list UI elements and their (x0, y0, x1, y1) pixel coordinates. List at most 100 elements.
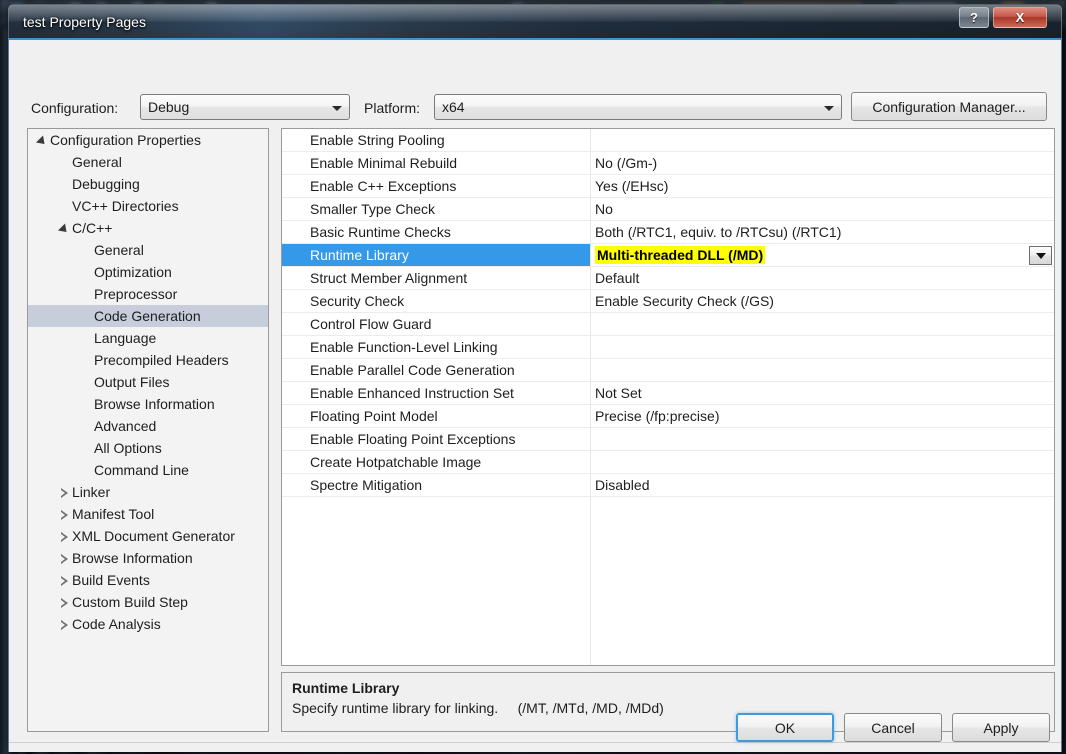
grid-row[interactable]: Basic Runtime Checks Both (/RTC1, equiv. … (282, 221, 1054, 244)
grid-property-name[interactable]: Enable Function-Level Linking (282, 336, 590, 358)
tree-item-debugging[interactable]: Debugging (28, 173, 268, 195)
tree-item-vc-directories[interactable]: VC++ Directories (28, 195, 268, 217)
triangle-collapsed-icon[interactable] (56, 525, 72, 547)
triangle-collapsed-icon[interactable] (56, 481, 72, 503)
grid-property-value[interactable] (591, 129, 595, 151)
tree-item-advanced[interactable]: Advanced (28, 415, 268, 437)
triangle-expanded-icon[interactable] (34, 129, 50, 151)
tree-item-all-options[interactable]: All Options (28, 437, 268, 459)
grid-row[interactable]: Struct Member Alignment Default (282, 267, 1054, 290)
grid-row[interactable]: Spectre Mitigation Disabled (282, 474, 1054, 497)
grid-row[interactable]: Control Flow Guard (282, 313, 1054, 336)
tree-item-browse-information[interactable]: Browse Information (28, 547, 268, 569)
tree-item-build-events[interactable]: Build Events (28, 569, 268, 591)
grid-row[interactable]: Enable Floating Point Exceptions (282, 428, 1054, 451)
tree-item-linker[interactable]: Linker (28, 481, 268, 503)
grid-property-name[interactable]: Enable Parallel Code Generation (282, 359, 590, 381)
grid-row[interactable]: Enable Function-Level Linking (282, 336, 1054, 359)
tree-item-label: XML Document Generator (72, 528, 235, 544)
title-bar[interactable]: test Property Pages ? X (8, 4, 1062, 38)
grid-property-value[interactable]: No (591, 198, 613, 220)
tree-item-custom-build-step[interactable]: Custom Build Step (28, 591, 268, 613)
grid-property-name[interactable]: Smaller Type Check (282, 198, 590, 220)
apply-button[interactable]: Apply (952, 713, 1050, 742)
grid-property-value[interactable] (591, 313, 595, 335)
triangle-collapsed-icon[interactable] (56, 503, 72, 525)
tree-item-xml-document-generator[interactable]: XML Document Generator (28, 525, 268, 547)
close-icon[interactable]: X (993, 7, 1047, 28)
property-grid[interactable]: Enable String Pooling Enable Minimal Rebu… (281, 128, 1055, 666)
grid-property-name[interactable]: Enable Minimal Rebuild (282, 152, 590, 174)
tree-item-preprocessor[interactable]: Preprocessor (28, 283, 268, 305)
grid-property-name[interactable]: Spectre Mitigation (282, 474, 590, 496)
help-button[interactable]: ? (959, 7, 989, 28)
tree-item-code-analysis[interactable]: Code Analysis (28, 613, 268, 635)
grid-property-name[interactable]: Enable Floating Point Exceptions (282, 428, 590, 450)
grid-property-name[interactable]: Enable C++ Exceptions (282, 175, 590, 197)
ok-button[interactable]: OK (736, 713, 834, 742)
grid-property-name[interactable]: Enable Enhanced Instruction Set (282, 382, 590, 404)
grid-row[interactable]: Floating Point Model Precise (/fp:precise… (282, 405, 1054, 428)
grid-property-value[interactable]: Precise (/fp:precise) (591, 405, 719, 427)
tree-item-label: Precompiled Headers (94, 352, 229, 368)
triangle-collapsed-icon[interactable] (56, 547, 72, 569)
tree-item-command-line[interactable]: Command Line (28, 459, 268, 481)
configuration-manager-button[interactable]: Configuration Manager... (851, 92, 1047, 121)
tree-item-label: Language (94, 330, 157, 346)
tree-item-label: Linker (72, 484, 111, 500)
tree-item-label: Manifest Tool (72, 506, 155, 522)
grid-property-value[interactable] (591, 336, 595, 358)
grid-property-name[interactable]: Basic Runtime Checks (282, 221, 590, 243)
grid-property-name[interactable]: Floating Point Model (282, 405, 590, 427)
grid-property-name[interactable]: Create Hotpatchable Image (282, 451, 590, 473)
tree-item-optimization[interactable]: Optimization (28, 261, 268, 283)
tree-item-output-files[interactable]: Output Files (28, 371, 268, 393)
tree-item-general[interactable]: General (28, 239, 268, 261)
grid-property-value[interactable]: No (/Gm-) (591, 152, 657, 174)
grid-property-value[interactable]: Default (591, 267, 639, 289)
chevron-down-icon (824, 106, 834, 111)
tree-item-label: General (72, 154, 122, 170)
cancel-button[interactable]: Cancel (844, 713, 942, 742)
grid-row[interactable]: Smaller Type Check No (282, 198, 1054, 221)
tree-item-label: Optimization (94, 264, 172, 280)
grid-property-value[interactable]: Yes (/EHsc) (591, 175, 668, 197)
tree-item-code-generation[interactable]: Code Generation (28, 305, 268, 327)
grid-row[interactable]: Enable String Pooling (282, 129, 1054, 152)
grid-property-value[interactable]: Enable Security Check (/GS) (591, 290, 774, 312)
triangle-collapsed-icon[interactable] (56, 613, 72, 635)
platform-combobox[interactable]: x64 (434, 94, 842, 120)
grid-property-value[interactable] (591, 428, 595, 450)
grid-row[interactable]: Create Hotpatchable Image (282, 451, 1054, 474)
tree-item-c-c[interactable]: C/C++ (28, 217, 268, 239)
grid-property-name[interactable]: Enable String Pooling (282, 129, 590, 151)
grid-property-value[interactable]: Disabled (591, 474, 649, 496)
grid-row[interactable]: Enable Minimal Rebuild No (/Gm-) (282, 152, 1054, 175)
grid-row[interactable]: Enable Enhanced Instruction Set Not Set (282, 382, 1054, 405)
grid-property-name[interactable]: Control Flow Guard (282, 313, 590, 335)
grid-property-value[interactable] (591, 451, 595, 473)
triangle-expanded-icon[interactable] (56, 217, 72, 239)
grid-row[interactable]: Enable Parallel Code Generation (282, 359, 1054, 382)
grid-row[interactable]: Security Check Enable Security Check (/GS… (282, 290, 1054, 313)
tree-item-manifest-tool[interactable]: Manifest Tool (28, 503, 268, 525)
grid-property-value[interactable] (591, 359, 595, 381)
grid-property-name[interactable]: Struct Member Alignment (282, 267, 590, 289)
value-dropdown-button[interactable] (1029, 246, 1052, 265)
tree-item-precompiled-headers[interactable]: Precompiled Headers (28, 349, 268, 371)
grid-property-value[interactable]: Multi-threaded DLL (/MD) (591, 244, 766, 266)
tree-item-language[interactable]: Language (28, 327, 268, 349)
grid-property-name[interactable]: Runtime Library (282, 244, 590, 266)
grid-property-value[interactable]: Both (/RTC1, equiv. to /RTCsu) (/RTC1) (591, 221, 841, 243)
grid-property-value[interactable]: Not Set (591, 382, 642, 404)
tree-item-configuration-properties[interactable]: Configuration Properties (28, 129, 268, 151)
tree-item-browse-information[interactable]: Browse Information (28, 393, 268, 415)
grid-row[interactable]: Runtime Library Multi-threaded DLL (/MD) (282, 244, 1054, 267)
configuration-tree[interactable]: Configuration Properties General Debugging… (27, 128, 269, 732)
grid-property-name[interactable]: Security Check (282, 290, 590, 312)
tree-item-general[interactable]: General (28, 151, 268, 173)
grid-row[interactable]: Enable C++ Exceptions Yes (/EHsc) (282, 175, 1054, 198)
triangle-collapsed-icon[interactable] (56, 591, 72, 613)
configuration-combobox[interactable]: Debug (140, 94, 350, 120)
triangle-collapsed-icon[interactable] (56, 569, 72, 591)
